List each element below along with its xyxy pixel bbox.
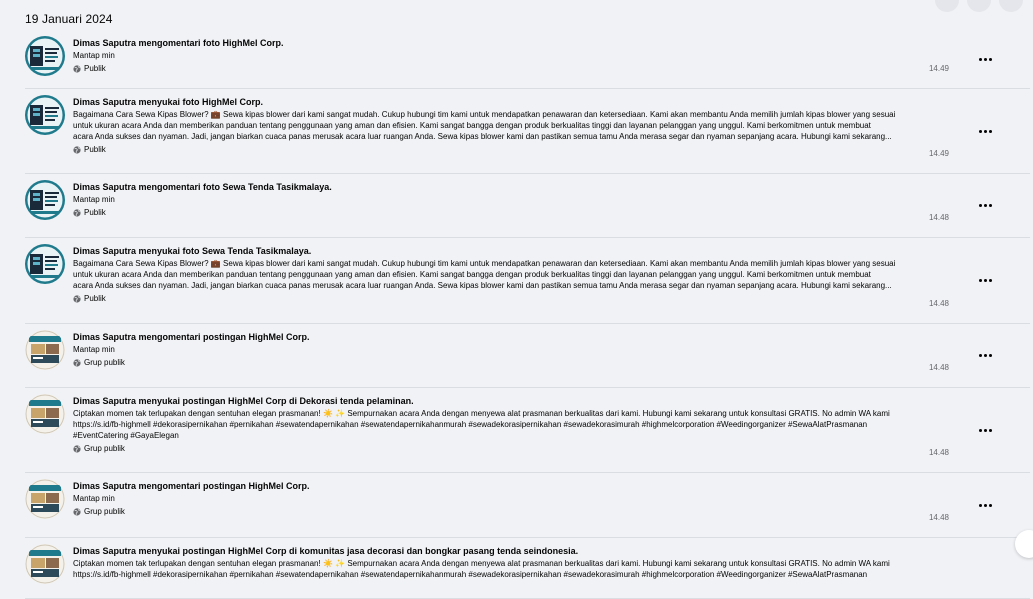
avatar[interactable] [25,394,65,434]
date-header: 19 Januari 2024 [25,12,113,26]
privacy-indicator: Publik [73,293,942,304]
activity-item[interactable]: Dimas Saputra mengomentari foto Sewa Ten… [25,174,1030,238]
activity-time: 14.48 [928,448,949,457]
activity-item[interactable]: Dimas Saputra menyukai postingan HighMel… [25,538,1030,599]
avatar[interactable] [25,95,65,135]
activity-body-line: acara Anda sukses dan nyaman. Jadi, jang… [73,281,892,290]
activity-body: Bagaimana Cara Sewa Kipas Blower? 💼 Sewa… [73,109,942,142]
privacy-indicator: Publik [73,144,942,155]
toolbar-button[interactable] [935,0,959,12]
activity-item[interactable]: Dimas Saputra menyukai postingan HighMel… [25,388,1030,473]
activity-body: Mantap min [73,194,942,205]
privacy-label: Publik [84,64,106,73]
activity-body: Ciptakan momen tak terlupakan dengan sen… [73,558,942,580]
activity-content: Dimas Saputra mengomentari foto Sewa Ten… [73,181,942,218]
activity-body: Ciptakan momen tak terlupakan dengan sen… [73,408,942,441]
privacy-label: Publik [84,208,106,217]
activity-item[interactable]: Dimas Saputra mengomentari postingan Hig… [25,324,1030,388]
activity-time: 14.48 [928,213,949,222]
activity-title[interactable]: Dimas Saputra mengomentari foto HighMel … [73,37,942,49]
privacy-indicator: Grup publik [73,506,942,517]
top-toolbar [935,0,1023,12]
avatar[interactable] [25,244,65,284]
activity-body-line: #EventCatering #GayaElegan [73,431,179,440]
more-options-icon[interactable] [974,419,996,441]
more-options-icon[interactable] [974,345,996,367]
activity-title[interactable]: Dimas Saputra menyukai postingan HighMel… [73,545,942,557]
activity-body-line: Ciptakan momen tak terlupakan dengan sen… [73,559,890,568]
activity-body-line: untuk ukuran acara Anda dan memberikan p… [73,121,871,130]
activity-content: Dimas Saputra menyukai foto Sewa Tenda T… [73,245,942,304]
globe-icon [73,294,81,303]
toolbar-button[interactable] [967,0,991,12]
activity-content: Dimas Saputra menyukai postingan HighMel… [73,395,942,454]
globe-icon [73,444,81,453]
activity-title[interactable]: Dimas Saputra mengomentari postingan Hig… [73,331,942,343]
avatar[interactable] [25,479,65,519]
activity-time: 14.48 [928,363,949,372]
activity-body-line: Mantap min [73,345,115,354]
privacy-indicator: Publik [73,63,942,74]
privacy-label: Grup publik [84,507,125,516]
more-options-icon[interactable] [974,270,996,292]
activity-content: Dimas Saputra menyukai foto HighMel Corp… [73,96,942,155]
activity-item[interactable]: Dimas Saputra menyukai foto Sewa Tenda T… [25,238,1030,324]
activity-item[interactable]: Dimas Saputra mengomentari foto HighMel … [25,30,1030,89]
activity-content: Dimas Saputra mengomentari foto HighMel … [73,37,942,74]
top-strip [0,0,1033,12]
activity-title[interactable]: Dimas Saputra menyukai postingan HighMel… [73,395,942,407]
globe-icon [73,358,81,367]
activity-time: 14.49 [928,149,949,158]
globe-icon [73,64,81,73]
more-options-icon[interactable] [974,48,996,70]
activity-body-line: Ciptakan momen tak terlupakan dengan sen… [73,409,890,418]
activity-title[interactable]: Dimas Saputra mengomentari foto Sewa Ten… [73,181,942,193]
activity-time: 14.48 [928,513,949,522]
activity-body: Mantap min [73,50,942,61]
privacy-label: Publik [84,145,106,154]
activity-body-line: Bagaimana Cara Sewa Kipas Blower? 💼 Sewa… [73,259,896,268]
privacy-label: Publik [84,294,106,303]
toolbar-button[interactable] [999,0,1023,12]
activity-title[interactable]: Dimas Saputra mengomentari postingan Hig… [73,480,942,492]
more-options-icon[interactable] [974,195,996,217]
activity-item[interactable]: Dimas Saputra mengomentari postingan Hig… [25,473,1030,538]
activity-content: Dimas Saputra menyukai postingan HighMel… [73,545,942,580]
activity-body-line: acara Anda sukses dan nyaman. Jadi, jang… [73,132,892,141]
more-options-icon[interactable] [974,120,996,142]
activity-body-line: untuk ukuran acara Anda dan memberikan p… [73,270,871,279]
privacy-indicator: Grup publik [73,443,942,454]
activity-body-line: Mantap min [73,494,115,503]
activity-body-line: https://s.id/fb-highmell #dekorasipernik… [73,420,868,429]
activity-time: 14.48 [928,299,949,308]
activity-body: Mantap min [73,493,942,504]
avatar[interactable] [25,330,65,370]
activity-item[interactable]: Dimas Saputra menyukai foto HighMel Corp… [25,89,1030,174]
activity-body: Bagaimana Cara Sewa Kipas Blower? 💼 Sewa… [73,258,942,291]
activity-content: Dimas Saputra mengomentari postingan Hig… [73,480,942,517]
activity-title[interactable]: Dimas Saputra menyukai foto Sewa Tenda T… [73,245,942,257]
activity-body: Mantap min [73,344,942,355]
privacy-label: Grup publik [84,444,125,453]
activity-body-line: https://s.id/fb-highmell #dekorasipernik… [73,570,868,579]
avatar[interactable] [25,544,65,584]
activity-body-line: Mantap min [73,195,115,204]
privacy-indicator: Publik [73,207,942,218]
activity-content: Dimas Saputra mengomentari postingan Hig… [73,331,942,368]
globe-icon [73,145,81,154]
globe-icon [73,507,81,516]
privacy-label: Grup publik [84,358,125,367]
activity-body-line: Bagaimana Cara Sewa Kipas Blower? 💼 Sewa… [73,110,896,119]
privacy-indicator: Grup publik [73,357,942,368]
activity-title[interactable]: Dimas Saputra menyukai foto HighMel Corp… [73,96,942,108]
activity-time: 14.49 [928,64,949,73]
avatar[interactable] [25,180,65,220]
globe-icon [73,208,81,217]
more-options-icon[interactable] [974,494,996,516]
avatar[interactable] [25,36,65,76]
activity-log-feed: Dimas Saputra mengomentari foto HighMel … [25,30,1030,599]
activity-body-line: Mantap min [73,51,115,60]
